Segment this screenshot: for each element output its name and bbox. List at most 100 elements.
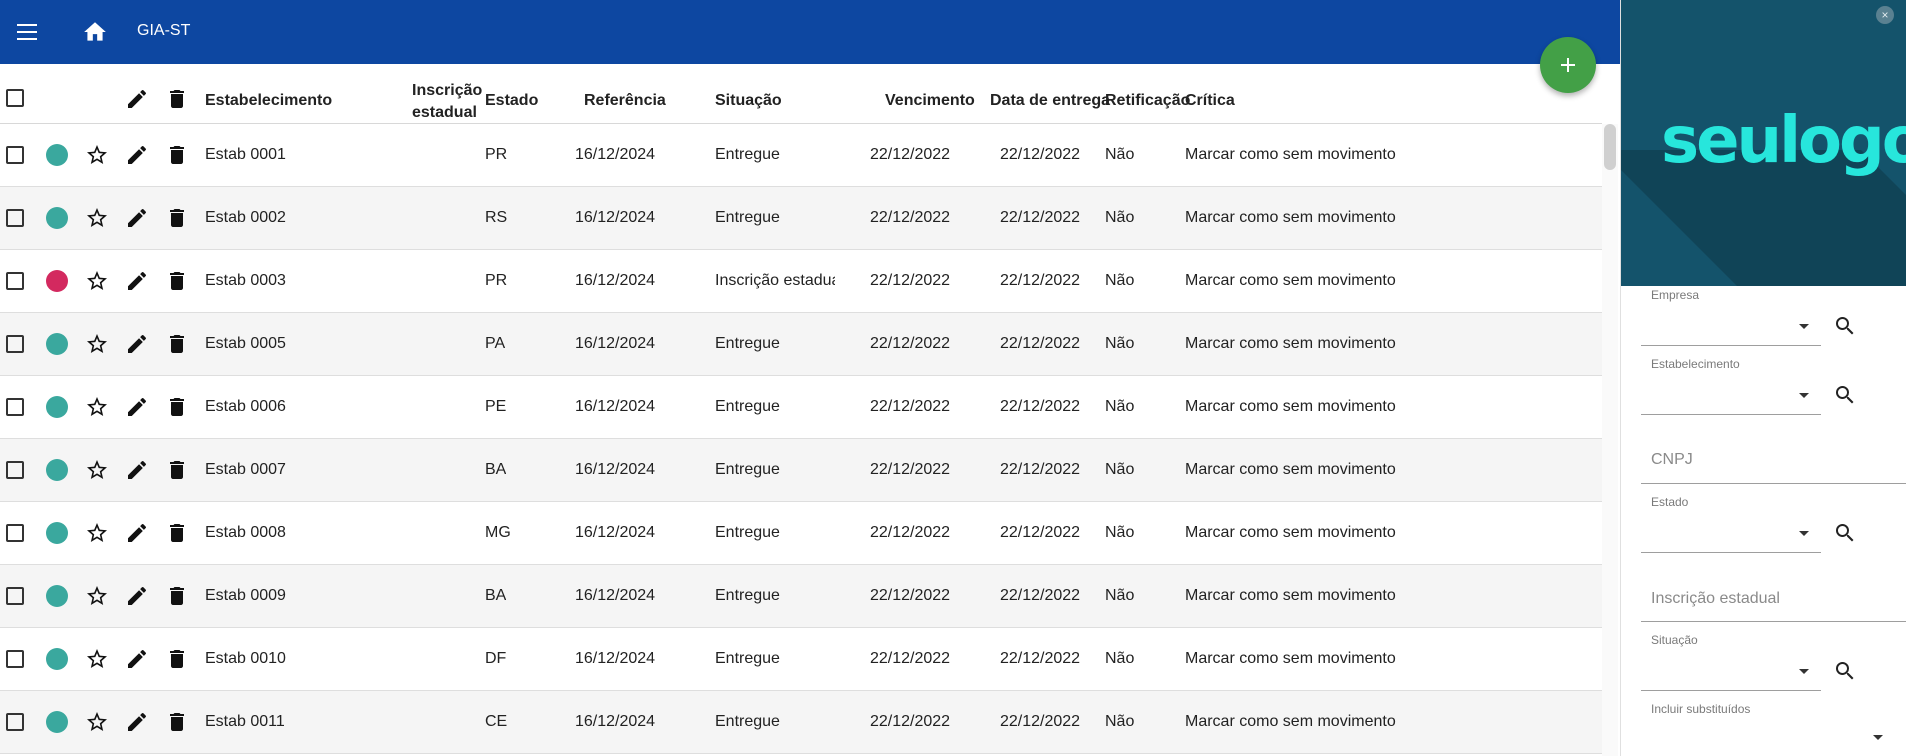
cell-vencimento: 22/12/2022 (870, 398, 951, 415)
row-checkbox[interactable] (6, 524, 24, 542)
add-button[interactable] (1540, 37, 1596, 93)
table-row[interactable]: Estab 0007 BA 16/12/2024 Entregue 22/12/2022… (0, 439, 1602, 502)
table-row[interactable]: Estab 0008 MG 16/12/2024 Entregue 22/12/2022… (0, 502, 1602, 565)
edit-icon[interactable] (125, 332, 149, 356)
table-row[interactable]: Estab 0005 PA 16/12/2024 Entregue 22/12/2022… (0, 313, 1602, 376)
close-panel-button[interactable]: × (1876, 6, 1894, 24)
star-icon[interactable] (85, 206, 109, 230)
row-checkbox[interactable] (6, 713, 24, 731)
table-row[interactable]: Estab 0011 CE 16/12/2024 Entregue 22/12/2022… (0, 691, 1602, 754)
search-icon[interactable] (1833, 314, 1857, 338)
col-estabelecimento[interactable]: Estabelecimento (205, 92, 332, 110)
chevron-down-icon[interactable] (1799, 393, 1809, 398)
delete-icon[interactable] (165, 584, 189, 608)
chevron-down-icon[interactable] (1799, 531, 1809, 536)
edit-icon[interactable] (125, 143, 149, 167)
col-data-entrega[interactable]: Data de entrega (990, 92, 1110, 110)
table-row[interactable]: Estab 0006 PE 16/12/2024 Entregue 22/12/2022… (0, 376, 1602, 439)
row-checkbox[interactable] (6, 335, 24, 353)
cell-critica[interactable]: Marcar como sem movimento (1185, 209, 1396, 227)
table-row[interactable]: Estab 0003 PR 16/12/2024 Inscrição estadual… (0, 250, 1602, 313)
delete-icon[interactable] (165, 269, 189, 293)
delete-icon[interactable] (165, 395, 189, 419)
row-checkbox[interactable] (6, 209, 24, 227)
chevron-down-icon[interactable] (1799, 669, 1809, 674)
row-checkbox[interactable] (6, 587, 24, 605)
star-icon[interactable] (85, 269, 109, 293)
home-icon[interactable] (82, 19, 108, 45)
cell-critica[interactable]: Marcar como sem movimento (1185, 524, 1396, 542)
edit-icon[interactable] (125, 647, 149, 671)
edit-icon[interactable] (125, 269, 149, 293)
cell-situacao: Entregue (715, 713, 780, 730)
delete-icon[interactable] (165, 206, 189, 230)
table-row[interactable]: Estab 0001 PR 16/12/2024 Entregue 22/12/2022… (0, 124, 1602, 187)
cell-critica[interactable]: Marcar como sem movimento (1185, 335, 1396, 353)
edit-icon[interactable] (125, 710, 149, 734)
inscricao-estadual-input[interactable] (1651, 588, 1881, 610)
row-checkbox[interactable] (6, 146, 24, 164)
col-estado[interactable]: Estado (485, 92, 538, 110)
edit-icon[interactable] (125, 395, 149, 419)
star-icon[interactable] (85, 710, 109, 734)
table-scrollbar-track[interactable] (1602, 124, 1618, 756)
col-inscricao-line1[interactable]: Inscrição (412, 82, 482, 100)
chevron-down-icon[interactable] (1799, 324, 1809, 329)
delete-icon[interactable] (165, 458, 189, 482)
col-retificacao[interactable]: Retificação (1105, 92, 1190, 110)
cell-critica[interactable]: Marcar como sem movimento (1185, 272, 1396, 290)
edit-icon[interactable] (125, 206, 149, 230)
table-row[interactable]: Estab 0009 BA 16/12/2024 Entregue 22/12/2022… (0, 565, 1602, 628)
star-icon[interactable] (85, 332, 109, 356)
select-all-checkbox[interactable] (6, 89, 24, 107)
table-scrollbar-thumb[interactable] (1604, 124, 1616, 170)
empresa-select[interactable] (1641, 300, 1821, 344)
row-checkbox[interactable] (6, 272, 24, 290)
estabelecimento-select[interactable] (1641, 369, 1821, 413)
search-icon[interactable] (1833, 659, 1857, 683)
star-icon[interactable] (85, 647, 109, 671)
delete-icon[interactable] (165, 521, 189, 545)
delete-icon[interactable] (165, 143, 189, 167)
cell-critica[interactable]: Marcar como sem movimento (1185, 146, 1396, 164)
col-vencimento[interactable]: Vencimento (885, 92, 975, 110)
col-inscricao-line2[interactable]: estadual (412, 104, 477, 122)
delete-icon[interactable] (165, 332, 189, 356)
star-icon[interactable] (85, 458, 109, 482)
cell-retificacao: Não (1105, 461, 1135, 478)
estado-select[interactable] (1641, 507, 1821, 551)
delete-icon[interactable] (165, 710, 189, 734)
cell-critica[interactable]: Marcar como sem movimento (1185, 650, 1396, 668)
cell-critica[interactable]: Marcar como sem movimento (1185, 713, 1396, 731)
search-icon[interactable] (1833, 521, 1857, 545)
star-icon[interactable] (85, 395, 109, 419)
star-icon[interactable] (85, 584, 109, 608)
edit-icon[interactable] (125, 458, 149, 482)
search-icon[interactable] (1833, 383, 1857, 407)
edit-icon[interactable] (125, 584, 149, 608)
incluir-substituidos-select[interactable] (1641, 714, 1901, 754)
table-row[interactable]: Estab 0002 RS 16/12/2024 Entregue 22/12/2022… (0, 187, 1602, 250)
situacao-select[interactable] (1641, 645, 1821, 689)
edit-icon[interactable] (125, 521, 149, 545)
cell-estabelecimento: Estab 0010 (205, 650, 286, 667)
chevron-down-icon[interactable] (1873, 735, 1883, 740)
menu-icon[interactable] (14, 20, 40, 44)
col-situacao[interactable]: Situação (715, 92, 782, 110)
cell-data-entrega: 22/12/2022 (1000, 461, 1081, 478)
cell-critica[interactable]: Marcar como sem movimento (1185, 461, 1396, 479)
star-icon[interactable] (85, 521, 109, 545)
col-critica[interactable]: Crítica (1185, 92, 1235, 110)
star-icon[interactable] (85, 143, 109, 167)
cell-retificacao: Não (1105, 524, 1135, 541)
table-row[interactable]: Estab 0010 DF 16/12/2024 Entregue 22/12/2022… (0, 628, 1602, 691)
status-indicator (46, 585, 68, 607)
row-checkbox[interactable] (6, 650, 24, 668)
cell-critica[interactable]: Marcar como sem movimento (1185, 587, 1396, 605)
row-checkbox[interactable] (6, 398, 24, 416)
row-checkbox[interactable] (6, 461, 24, 479)
cnpj-input[interactable] (1651, 449, 1881, 471)
delete-icon[interactable] (165, 647, 189, 671)
col-referencia[interactable]: Referência (584, 92, 666, 110)
cell-critica[interactable]: Marcar como sem movimento (1185, 398, 1396, 416)
